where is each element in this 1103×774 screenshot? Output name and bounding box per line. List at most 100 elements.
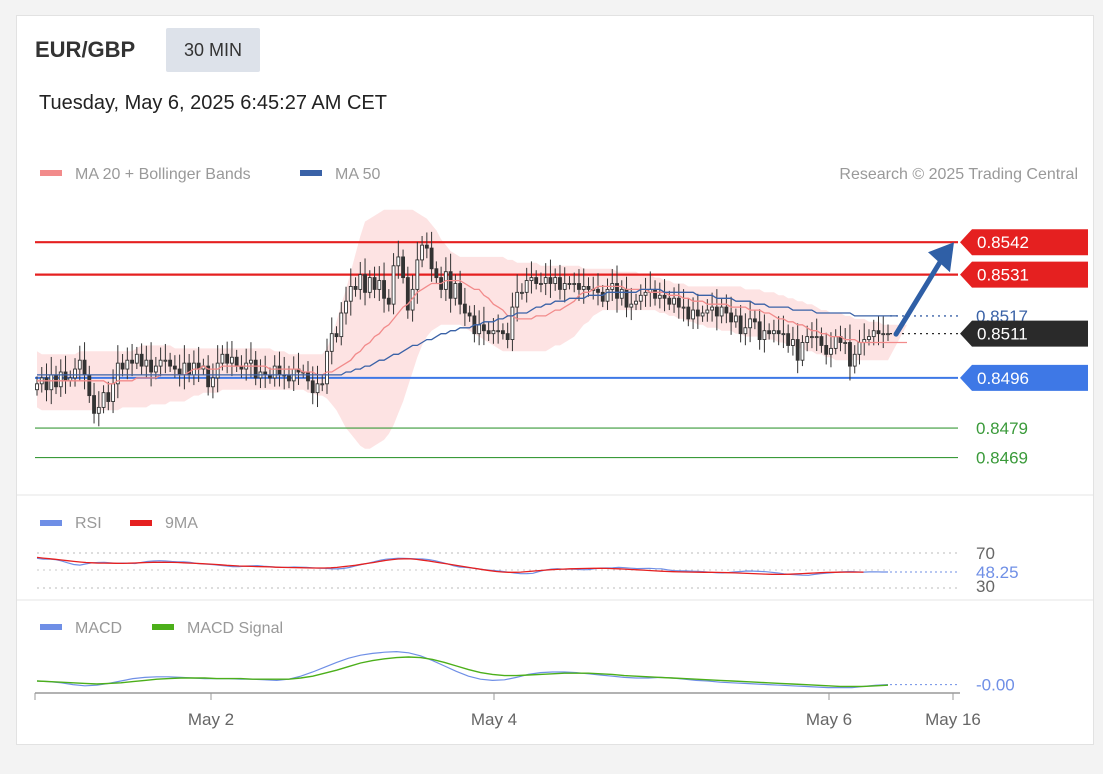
candle-up xyxy=(101,392,106,408)
candle-up xyxy=(881,333,886,336)
candle-up xyxy=(144,359,149,367)
candle-down xyxy=(120,362,125,370)
candle-down xyxy=(729,312,734,323)
candle-down xyxy=(752,318,757,323)
level-label-support-1: 0.8479 xyxy=(976,419,1028,438)
candle-up xyxy=(581,286,586,290)
x-tick-label: May 4 xyxy=(471,710,517,729)
price-chart: MA 20 + Bollinger Bands MA 50 Research ©… xyxy=(17,166,1093,729)
candle-up xyxy=(710,306,715,311)
candle-up xyxy=(58,371,63,388)
candle-down xyxy=(429,247,434,270)
candle-down xyxy=(172,365,177,370)
candle-up xyxy=(529,277,534,282)
candle-up xyxy=(325,350,329,385)
candle-up xyxy=(320,383,325,386)
candle-down xyxy=(676,297,681,308)
candle-up xyxy=(572,283,577,285)
candle-down xyxy=(819,336,824,346)
macd-panel: -0.00 xyxy=(36,650,1015,695)
candle-up xyxy=(520,291,524,294)
candle-up xyxy=(391,265,396,305)
candle-down xyxy=(767,330,772,335)
legend-swatch-rsi-ma xyxy=(130,520,152,526)
candle-up xyxy=(605,288,610,302)
candle-down xyxy=(448,271,453,299)
candle-up xyxy=(77,359,82,370)
bollinger-band xyxy=(37,209,907,449)
candle-up xyxy=(249,359,253,364)
candle-down xyxy=(481,324,486,332)
candle-down xyxy=(824,345,829,355)
candle-up xyxy=(229,356,234,364)
candle-up xyxy=(800,342,805,361)
candle-down xyxy=(306,371,310,382)
macd-last-value: -0.00 xyxy=(976,676,1015,695)
candle-up xyxy=(771,330,776,335)
x-tick-label: May 2 xyxy=(188,710,234,729)
candle-up xyxy=(367,277,372,293)
forecast-arrow xyxy=(893,242,954,337)
candle-up xyxy=(733,315,738,323)
candle-up xyxy=(182,362,187,376)
candle-up xyxy=(315,383,320,394)
candle-down xyxy=(548,277,553,284)
candle-up xyxy=(158,359,163,367)
candle-up xyxy=(215,362,220,379)
candle-up xyxy=(743,327,748,335)
level-label-support-2: 0.8469 xyxy=(976,449,1028,468)
candle-up xyxy=(396,256,401,267)
candle-down xyxy=(776,330,781,335)
candle-up xyxy=(886,333,890,336)
candle-down xyxy=(596,288,600,293)
candle-down xyxy=(600,291,605,302)
rsi-last-value: 48.25 xyxy=(976,563,1019,582)
candle-up xyxy=(634,300,638,305)
candle-up xyxy=(543,277,548,284)
candle-down xyxy=(168,359,173,367)
candle-down xyxy=(225,353,230,364)
x-axis: May 2 May 4 May 6 May 16 xyxy=(34,692,981,729)
candle-down xyxy=(287,374,291,382)
candle-up xyxy=(358,274,363,290)
candle-up xyxy=(805,336,810,343)
candle-up xyxy=(73,368,77,379)
candle-down xyxy=(757,321,762,341)
candle-up xyxy=(35,383,39,391)
candle-up xyxy=(857,342,862,355)
candle-down xyxy=(382,280,386,299)
rsi-tick-70: 70 xyxy=(976,544,995,563)
candle-up xyxy=(681,306,686,309)
forecast-arrow-head xyxy=(928,242,954,273)
candle-down xyxy=(372,277,377,290)
candle-up xyxy=(619,288,624,299)
candle-down xyxy=(234,356,239,367)
legend-ma20: MA 20 + Bollinger Bands xyxy=(75,166,251,183)
candle-up xyxy=(134,353,139,364)
macd-signal-line xyxy=(36,656,889,688)
candle-down xyxy=(424,244,429,249)
candle-down xyxy=(334,333,339,338)
candle-down xyxy=(534,277,539,284)
candle-down xyxy=(500,330,505,335)
candle-down xyxy=(786,333,791,346)
candle-down xyxy=(558,277,562,290)
candle-up xyxy=(643,291,648,296)
candle-up xyxy=(790,339,795,346)
candle-down xyxy=(92,395,96,414)
legend-rsi: RSI xyxy=(75,515,102,532)
candle-up xyxy=(762,330,767,341)
candle-up xyxy=(748,318,753,329)
x-tick-label: May 6 xyxy=(806,710,852,729)
level-label-resistance-2: 0.8542 xyxy=(977,233,1029,252)
candle-up xyxy=(719,306,724,317)
candle-down xyxy=(876,330,881,335)
candle-up xyxy=(348,286,353,302)
candle-up xyxy=(210,377,215,388)
legend-swatch-ma20 xyxy=(40,170,62,176)
legend-macd-signal: MACD Signal xyxy=(187,620,283,637)
candle-up xyxy=(553,277,558,284)
candle-down xyxy=(653,288,657,299)
candle-up xyxy=(272,365,277,379)
legend-ma50: MA 50 xyxy=(335,166,380,183)
